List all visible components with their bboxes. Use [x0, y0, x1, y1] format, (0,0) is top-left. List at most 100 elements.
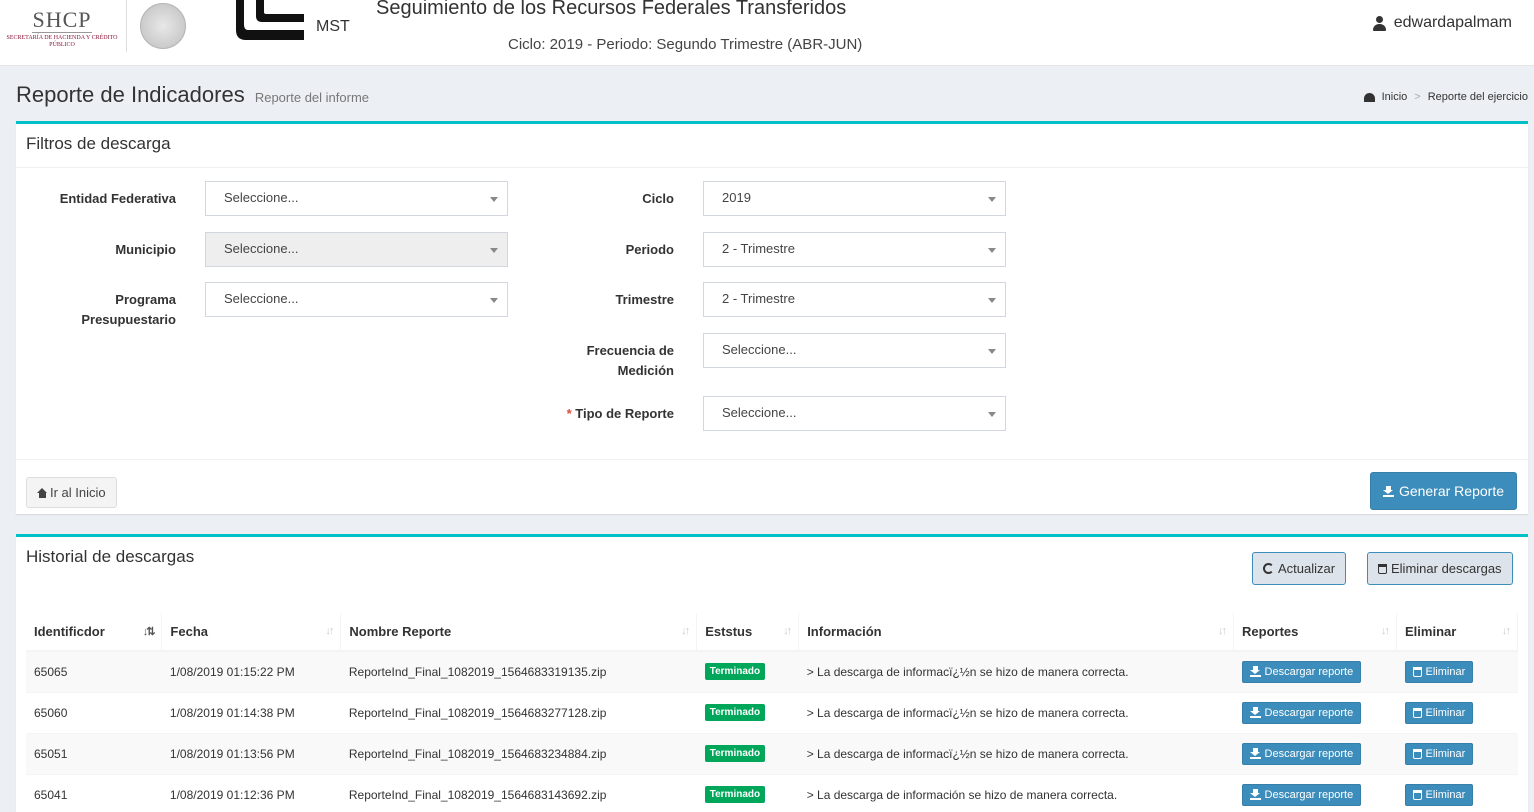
ciclo-select[interactable]: 2019	[703, 181, 1006, 216]
download-icon	[1249, 748, 1261, 759]
delete-row-button[interactable]: Eliminar	[1404, 742, 1474, 765]
breadcrumb: Inicio > Reporte del ejercicio	[1363, 91, 1528, 103]
row-nombre: ReporteInd_Final_1082019_1564683277128.z…	[340, 691, 697, 733]
row-eliminar-cell: Eliminar	[1396, 650, 1518, 692]
table-row: 65041 1/08/2019 01:12:36 PM ReporteInd_F…	[26, 773, 1518, 812]
column-header-nombre[interactable]: Nombre Reporte ↓↑	[340, 613, 698, 652]
column-header-identificador[interactable]: Identificdor ↓⇅	[26, 613, 163, 652]
refresh-button[interactable]: Actualizar	[1252, 552, 1347, 585]
table-header-row: Identificdor ↓⇅ Fecha ↓↑ Nombre Reporte ↓↑ …	[26, 613, 1518, 652]
app-subtitle: Ciclo: 2019 - Periodo: Segundo Trimestre…	[508, 36, 863, 53]
row-reportes-cell: Descargar reporte	[1233, 650, 1397, 692]
trash-icon	[1412, 748, 1422, 759]
download-icon	[1249, 789, 1261, 801]
breadcrumb-home-link[interactable]: Inicio	[1382, 91, 1408, 103]
filters-footer: Ir al Inicio Generar Reporte	[16, 459, 1528, 517]
chevron-down-icon	[490, 197, 498, 202]
sort-desc-icon: ↓⇅	[142, 626, 156, 638]
sort-icon: ↓↑	[783, 625, 792, 637]
programa-select[interactable]: Seleccione...	[205, 282, 508, 317]
trash-icon	[1412, 666, 1422, 677]
download-report-button[interactable]: Descargar reporte	[1241, 783, 1362, 806]
sort-icon: ↓↑	[325, 625, 334, 637]
username: edwardapalmam	[1393, 14, 1512, 31]
sort-icon: ↓↑	[1381, 625, 1390, 637]
ciclo-label: Ciclo	[642, 191, 674, 206]
tipo-reporte-select[interactable]: Seleccione...	[703, 396, 1006, 431]
breadcrumb-current: Reporte del ejercicio	[1427, 91, 1528, 103]
tipo-reporte-label: * Tipo de Reporte	[566, 406, 674, 421]
app-title: Seguimiento de los Recursos Federales Tr…	[376, 0, 847, 19]
download-report-button[interactable]: Descargar reporte	[1241, 742, 1362, 765]
frecuencia-select[interactable]: Seleccione...	[703, 333, 1006, 368]
chevron-down-icon	[490, 248, 498, 253]
row-id: 65060	[26, 691, 162, 733]
table-row: 65051 1/08/2019 01:13:56 PM ReporteInd_F…	[26, 732, 1518, 774]
delete-row-button[interactable]: Eliminar	[1404, 783, 1474, 806]
download-icon	[1249, 707, 1261, 718]
row-reportes-cell: Descargar reporte	[1233, 732, 1397, 774]
status-badge: Terminado	[704, 745, 766, 762]
row-nombre: ReporteInd_Final_1082019_1564683143692.z…	[340, 773, 697, 812]
row-id: 65041	[26, 773, 162, 812]
row-nombre: ReporteInd_Final_1082019_1564683234884.z…	[340, 732, 697, 774]
refresh-icon	[1263, 563, 1274, 574]
top-header: SHCP SECRETARÍA DE HACIENDA Y CRÉDITO PÚ…	[0, 0, 1534, 66]
filters-panel-title: Filtros de descarga	[16, 124, 1528, 168]
periodo-label: Periodo	[625, 242, 674, 257]
chevron-down-icon	[988, 298, 996, 303]
row-estatus-cell: Terminado	[696, 691, 799, 733]
generate-report-button[interactable]: Generar Reporte	[1369, 472, 1517, 510]
status-badge: Terminado	[704, 704, 766, 721]
shcp-logo-subtext: SECRETARÍA DE HACIENDA Y CRÉDITO PÚBLICO	[6, 35, 118, 48]
frecuencia-label: Frecuencia de Medición	[586, 343, 674, 378]
status-badge: Terminado	[704, 663, 766, 681]
download-icon	[1382, 485, 1394, 497]
status-badge: Terminado	[704, 786, 766, 804]
municipio-select[interactable]: Seleccione...	[205, 232, 508, 267]
sort-icon: ↓↑	[1218, 625, 1227, 637]
sort-icon: ↓↑	[1502, 625, 1511, 637]
periodo-select[interactable]: 2 - Trimestre	[703, 232, 1006, 267]
delete-row-button[interactable]: Eliminar	[1404, 660, 1474, 683]
column-header-informacion[interactable]: Información ↓↑	[798, 613, 1235, 652]
home-icon	[37, 487, 48, 498]
shcp-logo: SHCP SECRETARÍA DE HACIENDA Y CRÉDITO PÚ…	[6, 8, 118, 49]
download-report-button[interactable]: Descargar reporte	[1241, 701, 1362, 724]
home-button[interactable]: Ir al Inicio	[26, 477, 117, 508]
page-title-text: Reporte de Indicadores	[16, 82, 245, 107]
national-seal-logo	[126, 0, 198, 52]
row-eliminar-cell: Eliminar	[1396, 773, 1518, 812]
column-header-fecha[interactable]: Fecha ↓↑	[161, 613, 342, 652]
delete-row-button[interactable]: Eliminar	[1404, 701, 1474, 724]
row-estatus-cell: Terminado	[696, 732, 799, 774]
programa-label: Programa Presupuestario	[81, 292, 176, 327]
row-nombre: ReporteInd_Final_1082019_1564683319135.z…	[340, 650, 697, 692]
trimestre-select[interactable]: 2 - Trimestre	[703, 282, 1006, 317]
row-id: 65051	[26, 732, 162, 774]
entidad-select[interactable]: Seleccione...	[205, 181, 508, 216]
table-row: 65060 1/08/2019 01:14:38 PM ReporteInd_F…	[26, 691, 1518, 733]
dashboard-icon	[1363, 92, 1375, 102]
delete-downloads-button[interactable]: Eliminar descargas	[1367, 552, 1513, 585]
row-informacion: > La descarga de informacï¿½n se hizo de…	[798, 732, 1234, 774]
column-header-eliminar[interactable]: Eliminar ↓↑	[1396, 613, 1518, 652]
column-header-reportes[interactable]: Reportes ↓↑	[1233, 613, 1397, 652]
trash-icon	[1412, 707, 1422, 718]
user-menu[interactable]: edwardapalmam	[1372, 14, 1512, 32]
history-panel: Historial de descargas Actualizar Elimin…	[16, 534, 1528, 812]
chevron-down-icon	[988, 412, 996, 417]
chevron-down-icon	[988, 248, 996, 253]
download-report-button[interactable]: Descargar reporte	[1241, 660, 1362, 683]
trash-icon	[1378, 563, 1387, 574]
table-row: 65065 1/08/2019 01:15:22 PM ReporteInd_F…	[26, 650, 1518, 692]
row-informacion: > La descarga de información se hizo de …	[798, 773, 1234, 812]
row-estatus-cell: Terminado	[696, 650, 799, 692]
mst-logo-icon	[236, 0, 304, 40]
row-fecha: 1/08/2019 01:14:38 PM	[161, 691, 341, 733]
row-eliminar-cell: Eliminar	[1396, 732, 1518, 774]
shcp-logo-text: SHCP	[32, 7, 92, 33]
filters-panel: Filtros de descarga Entidad Federativa S…	[16, 121, 1528, 514]
chevron-down-icon	[988, 349, 996, 354]
column-header-estatus[interactable]: Eststus ↓↑	[696, 613, 800, 652]
